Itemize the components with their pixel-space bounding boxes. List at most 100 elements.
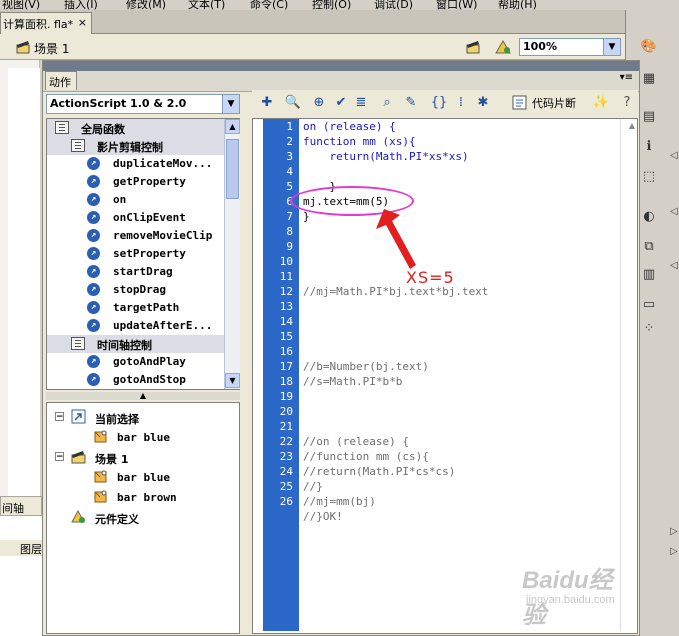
edit-scene-icon[interactable] [466,40,482,54]
debug-options-icon[interactable]: ✎ [402,94,420,112]
timeline-tab[interactable]: 间轴 [0,496,42,516]
library-icon[interactable]: ▥ [640,266,658,284]
code-line[interactable]: //on (release) { [303,434,409,449]
zoom-select[interactable]: 100% ▼ [519,38,621,56]
code-line[interactable]: function mm (xs){ [303,134,416,149]
toolbox-label: gotoAndStop [113,373,186,386]
scroll-down-icon[interactable]: ▼ [225,373,240,388]
collapse-arrow-icon[interactable]: ◁ [670,206,678,217]
add-item-icon[interactable]: ✚ [258,94,276,112]
toolbox-item[interactable]: ↗ removeMovieClip [47,227,225,245]
expand-arrow-icon[interactable]: ▷ [670,526,678,537]
toolbox-label: targetPath [113,301,180,314]
toolbox-item[interactable]: ↗ getProperty [47,173,225,191]
toolbox-item[interactable]: ↗ targetPath [47,299,225,317]
toolbox-item[interactable]: ↗ on [47,191,225,209]
code-line[interactable]: //s=Math.PI*b*b [303,374,402,389]
code-toolbar: ✚ 🔍 ⊕ ✔ ≣ ⌕ ✎ {} ⁞ ✱ 代码片断 ✨ ? [252,90,638,116]
code-line[interactable]: on (release) { [303,119,396,134]
transform-icon[interactable]: ⬚ [640,168,658,186]
breakpoint-strip[interactable] [253,119,263,631]
chevron-down-icon[interactable]: ▼ [603,39,620,55]
chevron-down-icon[interactable]: ▼ [222,95,239,113]
grid-icon[interactable]: ▦ [640,70,658,88]
collapse-arrow-icon[interactable]: ◁ [670,260,678,271]
dots-icon[interactable]: ⁘ [640,320,658,338]
toolbox-item[interactable]: ↗ stopDrag [47,281,225,299]
language-select[interactable]: ActionScript 1.0 & 2.0 ▼ [46,94,240,114]
folder-icon[interactable]: ▭ [640,296,658,314]
help-icon[interactable]: ? [618,94,636,112]
menu-item[interactable]: 文本(T) [188,0,225,10]
panel-menu-icon[interactable]: ▾≡ [620,72,633,83]
code-line[interactable]: //b=Number(bj.text) [303,359,429,374]
line-number: 5 [286,180,293,193]
toolbox-label: setProperty [113,247,186,260]
scroll-up-icon[interactable]: ▲ [225,119,240,134]
code-line[interactable]: //mj=Math.PI*bj.text*bj.text [303,284,488,299]
toolbox-category[interactable]: 影片剪辑控制 [47,137,225,155]
collapse-arrow-icon[interactable]: ◁ [670,150,678,161]
scroll-thumb[interactable] [226,139,239,199]
align-icon[interactable]: ▤ [640,108,658,126]
scene-icon [71,451,86,464]
code-hint-icon[interactable]: ⌕ [378,94,396,112]
swatch-icon[interactable]: ◐ [640,208,658,226]
editor-scrollbar[interactable]: ▲ [620,119,637,631]
line-number: 24 [279,465,293,478]
button-symbol-icon [94,430,107,443]
find-icon[interactable]: 🔍 [284,94,302,112]
timeline-layer-row[interactable]: 图层 [0,540,42,556]
toolbox-item[interactable]: ↗ onClipEvent [47,209,225,227]
document-tab[interactable]: 计算面积. fla* × [0,12,92,34]
collapse-toggle-icon[interactable]: − [55,412,64,422]
toolbox-category[interactable]: 时间轴控制 [47,335,225,353]
menu-item[interactable]: 修改(M) [126,0,166,10]
toolbox-item[interactable]: ↗ setProperty [47,245,225,263]
toolbox-scrollbar[interactable]: ▲ ▼ [224,119,240,389]
toolbox-category[interactable]: 全局函数 [47,119,225,137]
menu-item[interactable]: 视图(V) [2,0,40,10]
palette-icon[interactable]: 🎨 [640,38,658,56]
toolbox-item[interactable]: ↗ gotoAndStop [47,371,225,389]
code-line[interactable]: //mj=mm(bj) [303,494,376,509]
action-item-icon: ↗ [87,229,100,242]
code-line[interactable]: //}OK! [303,509,343,524]
menu-item[interactable]: 窗口(W) [436,0,477,10]
target-path-icon[interactable]: ⊕ [310,94,328,112]
collapse-braces-icon[interactable]: {} [430,94,448,112]
expand-arrow-icon[interactable]: ▷ [670,546,678,557]
pane-splitter[interactable]: ▲ [46,392,240,400]
menu-item[interactable]: 控制(O) [312,0,351,10]
auto-format-icon[interactable]: ≣ [352,94,370,112]
code-line[interactable]: //return(Math.PI*cs*cs) [303,464,455,479]
components-icon[interactable]: ⧉ [640,238,658,256]
code-snippets-button[interactable]: 代码片断 [512,94,576,112]
scroll-up-icon[interactable]: ▲ [629,121,635,130]
line-number: 9 [286,240,293,253]
code-line[interactable]: //} [303,479,323,494]
action-item-icon: ↗ [87,283,100,296]
info-icon[interactable]: ℹ [640,138,658,156]
document-tab-title: 计算面积. fla* [3,18,74,31]
toolbox-item[interactable]: ↗ duplicateMov... [47,155,225,173]
menu-item[interactable]: 调试(D) [374,0,413,10]
code-line[interactable]: return(Math.PI*xs*xs) [303,149,468,164]
menu-item[interactable]: 命令(C) [250,0,288,10]
menu-item[interactable]: 帮助(H) [498,0,537,10]
collapse-selection-icon[interactable]: ⁞ [452,94,470,112]
close-icon[interactable]: × [78,16,87,29]
tab-actions[interactable]: 动作 [45,71,77,90]
menu-item[interactable]: 插入(I) [64,0,98,10]
action-item-icon: ↗ [87,247,100,260]
expand-all-icon[interactable]: ✱ [474,94,492,112]
check-syntax-icon[interactable]: ✔ [332,94,350,112]
toolbox-item[interactable]: ↗ startDrag [47,263,225,281]
edit-symbol-icon[interactable] [494,39,514,55]
toolbox-item[interactable]: ↗ updateAfterE... [47,317,225,335]
collapse-toggle-icon[interactable]: − [55,452,64,462]
toolbox-item[interactable]: ↗ gotoAndPlay [47,353,225,371]
line-number: 14 [279,315,293,328]
script-assist-icon[interactable]: ✨ [592,94,610,112]
code-line[interactable]: //function mm (cs){ [303,449,429,464]
